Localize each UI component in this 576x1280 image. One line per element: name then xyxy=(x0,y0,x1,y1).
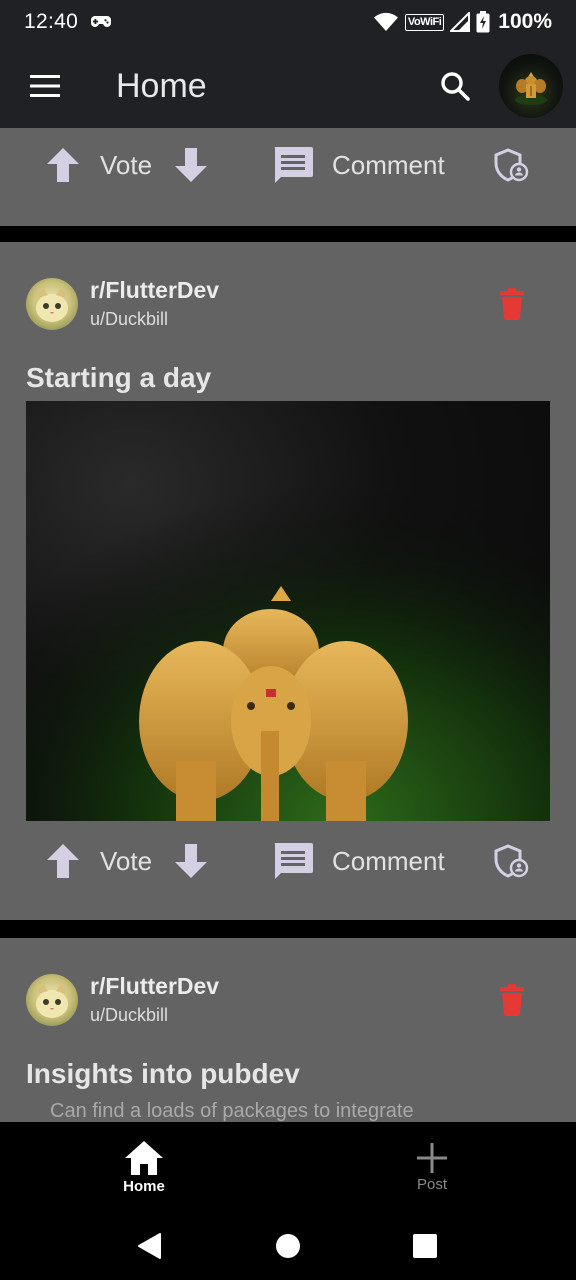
bottom-navigation: Home Post xyxy=(0,1122,576,1212)
battery-percent: 100% xyxy=(498,10,552,33)
award-shield-icon[interactable] xyxy=(494,147,530,183)
comment-button[interactable]: Comment xyxy=(272,145,445,185)
nav-home-label: Home xyxy=(123,1177,165,1195)
post-author[interactable]: u/Duckbill xyxy=(90,306,219,332)
upvote-icon[interactable] xyxy=(46,843,80,879)
home-circle-icon xyxy=(276,1234,300,1258)
comment-label: Comment xyxy=(332,149,445,180)
gamepad-icon xyxy=(91,16,112,27)
home-icon xyxy=(125,1140,163,1175)
ganesha-image xyxy=(26,401,550,821)
status-icons: VoWiFi 100% xyxy=(373,10,552,34)
vote-label: Vote xyxy=(100,845,153,876)
menu-icon xyxy=(30,75,60,97)
profile-avatar[interactable] xyxy=(499,54,563,118)
community-name[interactable]: r/FlutterDev xyxy=(90,972,219,1000)
menu-button[interactable] xyxy=(0,44,90,128)
vote-label: Vote xyxy=(100,149,153,180)
comment-button[interactable]: Comment xyxy=(272,841,445,881)
post-header: r/FlutterDev u/Duckbill xyxy=(26,972,219,1028)
comment-icon xyxy=(274,147,313,183)
wifi-icon xyxy=(373,12,398,31)
post-image[interactable] xyxy=(26,401,550,821)
nav-post[interactable]: Post xyxy=(372,1122,492,1212)
award-shield-icon[interactable] xyxy=(494,843,530,879)
recents-button[interactable] xyxy=(408,1229,442,1263)
vote-group: Vote xyxy=(46,147,208,183)
post-card[interactable]: r/FlutterDev u/Duckbill Insights into pu… xyxy=(0,938,576,1122)
post-title[interactable]: Starting a day xyxy=(26,362,211,394)
nav-home[interactable]: Home xyxy=(84,1122,204,1212)
upvote-icon[interactable] xyxy=(46,147,80,183)
comment-label: Comment xyxy=(332,845,445,876)
battery-icon xyxy=(476,11,490,33)
page-title: Home xyxy=(116,66,207,105)
post-description: Can find a loads of packages to integrat… xyxy=(50,1100,414,1122)
post-meta: r/FlutterDev u/Duckbill xyxy=(90,972,219,1028)
app-bar: Home xyxy=(0,44,576,128)
system-navigation xyxy=(0,1212,576,1280)
vote-group: Vote xyxy=(46,843,208,879)
downvote-icon[interactable] xyxy=(174,843,208,879)
search-button[interactable] xyxy=(425,44,485,128)
post-card[interactable]: r/FlutterDev u/Duckbill Starting a day V… xyxy=(0,242,576,920)
downvote-icon[interactable] xyxy=(174,147,208,183)
post-actions: Vote Comment xyxy=(0,826,576,896)
community-avatar[interactable] xyxy=(26,974,78,1026)
nav-post-label: Post xyxy=(416,1175,447,1193)
comment-icon xyxy=(274,843,313,879)
status-bar: 12:40 VoWiFi 100% xyxy=(0,0,576,44)
signal-icon xyxy=(450,12,471,32)
community-avatar[interactable] xyxy=(26,278,78,330)
back-triangle-icon xyxy=(138,1233,161,1259)
back-button[interactable] xyxy=(132,1229,166,1263)
post-feed[interactable]: Vote Comment r/FlutterDev u/Duckbill Sta… xyxy=(0,128,576,1122)
add-icon xyxy=(417,1142,447,1173)
post-meta: r/FlutterDev u/Duckbill xyxy=(90,276,219,332)
recents-square-icon xyxy=(413,1234,437,1258)
cat-avatar-image xyxy=(36,286,68,322)
community-name[interactable]: r/FlutterDev xyxy=(90,276,219,304)
vowifi-badge: VoWiFi xyxy=(404,13,445,31)
delete-icon[interactable] xyxy=(498,984,526,1016)
post-actions: Vote Comment xyxy=(0,130,576,200)
screen: 12:40 VoWiFi 100% Home Vote Comment r/Fl… xyxy=(0,0,576,1280)
home-system-button[interactable] xyxy=(271,1229,305,1263)
post-title[interactable]: Insights into pubdev xyxy=(26,1058,300,1090)
status-time: 12:40 xyxy=(24,10,79,33)
post-card: Vote Comment xyxy=(0,128,576,226)
post-header: r/FlutterDev u/Duckbill xyxy=(26,276,219,332)
post-author[interactable]: u/Duckbill xyxy=(90,1002,219,1028)
ganesha-avatar-image xyxy=(515,72,547,105)
search-icon xyxy=(441,72,470,101)
cat-avatar-image xyxy=(36,982,68,1018)
delete-icon[interactable] xyxy=(498,288,526,320)
